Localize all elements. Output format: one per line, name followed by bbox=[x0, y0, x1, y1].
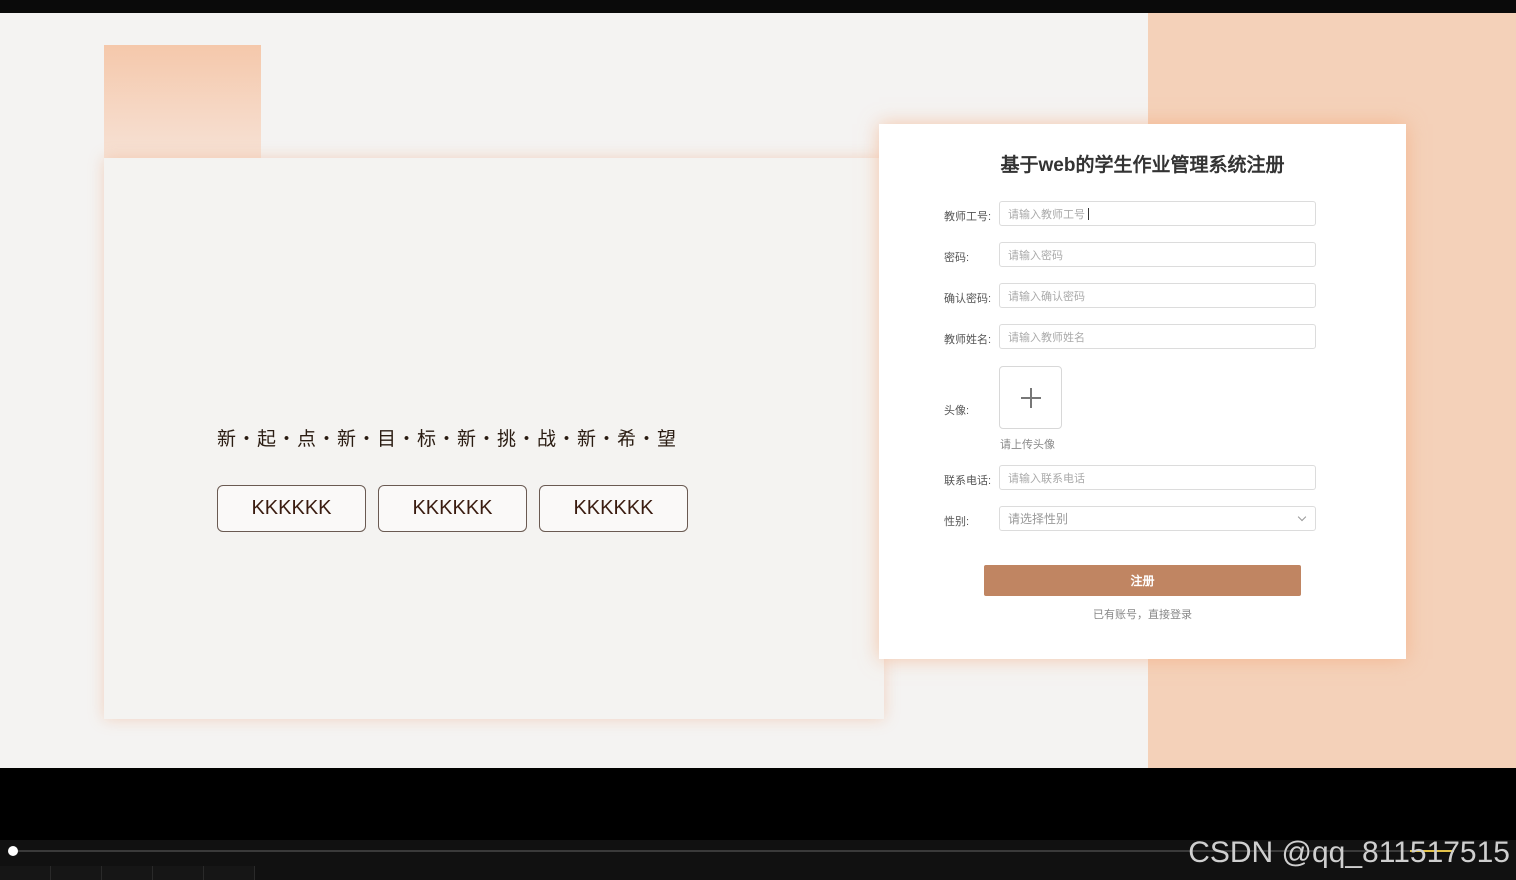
phone-placeholder: 请输入联系电话 bbox=[1008, 472, 1085, 485]
hero-slogan: 新・起・点・新・目・标・新・挑・战・新・希・望 bbox=[217, 428, 678, 450]
plus-icon bbox=[1020, 387, 1041, 408]
confirm-password-input[interactable]: 请输入确认密码 bbox=[999, 283, 1316, 308]
hero-button-2[interactable]: KKKKKK bbox=[378, 485, 527, 532]
avatar-upload[interactable] bbox=[999, 366, 1062, 429]
teacher-name-placeholder: 请输入教师姓名 bbox=[1008, 331, 1085, 344]
register-form: 基于web的学生作业管理系统注册 教师工号: 请输入教师工号 密码: 请输入密码… bbox=[879, 124, 1406, 659]
chevron-down-icon bbox=[1297, 512, 1307, 522]
phone-input[interactable]: 请输入联系电话 bbox=[999, 465, 1316, 490]
form-title: 基于web的学生作业管理系统注册 bbox=[1000, 155, 1285, 176]
player-control-5[interactable] bbox=[204, 866, 255, 880]
progress-scrubber[interactable] bbox=[8, 846, 18, 856]
hero-button-3[interactable]: KKKKKK bbox=[539, 485, 688, 532]
player-control-3[interactable] bbox=[102, 866, 153, 880]
gender-select[interactable]: 请选择性别 bbox=[999, 506, 1316, 531]
screen: 新・起・点・新・目・标・新・挑・战・新・希・望 KKKKKK KKKKKK KK… bbox=[0, 0, 1516, 880]
confirm-password-label: 确认密码: bbox=[944, 293, 992, 305]
avatar-label: 头像: bbox=[944, 405, 970, 417]
phone-label: 联系电话: bbox=[944, 475, 992, 487]
teacher-id-placeholder: 请输入教师工号 bbox=[1008, 208, 1085, 221]
hero-button-row: KKKKKK KKKKKK KKKKKK bbox=[217, 485, 688, 532]
password-label: 密码: bbox=[944, 252, 970, 264]
login-link[interactable]: 已有账号，直接登录 bbox=[879, 606, 1406, 622]
player-control-4[interactable] bbox=[153, 866, 204, 880]
register-button[interactable]: 注册 bbox=[984, 565, 1301, 596]
player-control-2[interactable] bbox=[51, 866, 102, 880]
avatar-upload-hint: 请上传头像 bbox=[1000, 439, 1055, 451]
password-placeholder: 请输入密码 bbox=[1008, 249, 1063, 262]
hero-card: 新・起・点・新・目・标・新・挑・战・新・希・望 KKKKKK KKKKKK KK… bbox=[104, 158, 884, 719]
password-input[interactable]: 请输入密码 bbox=[999, 242, 1316, 267]
teacher-id-label: 教师工号: bbox=[944, 211, 992, 223]
text-cursor bbox=[1088, 207, 1089, 220]
teacher-id-input[interactable]: 请输入教师工号 bbox=[999, 201, 1316, 226]
csdn-watermark: CSDN @qq_811517515 bbox=[1188, 836, 1510, 869]
gender-label: 性别: bbox=[944, 516, 970, 528]
decorative-square bbox=[104, 45, 261, 160]
confirm-password-placeholder: 请输入确认密码 bbox=[1008, 290, 1085, 303]
player-control-1[interactable] bbox=[0, 866, 51, 880]
hero-button-1[interactable]: KKKKKK bbox=[217, 485, 366, 532]
teacher-name-label: 教师姓名: bbox=[944, 334, 992, 346]
gender-placeholder: 请选择性别 bbox=[1008, 512, 1069, 526]
top-bar bbox=[0, 0, 1516, 13]
teacher-name-input[interactable]: 请输入教师姓名 bbox=[999, 324, 1316, 349]
page-stage: 新・起・点・新・目・标・新・挑・战・新・希・望 KKKKKK KKKKKK KK… bbox=[0, 13, 1516, 768]
